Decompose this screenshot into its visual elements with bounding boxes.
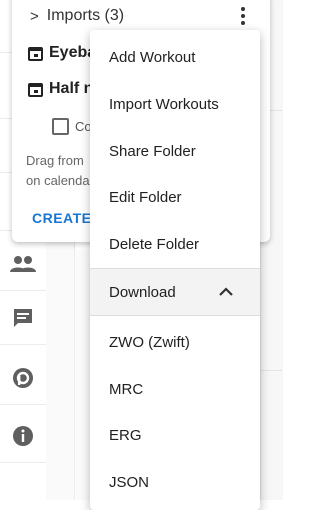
- info-icon: [13, 426, 33, 446]
- folder-menu-button[interactable]: [234, 4, 252, 28]
- option-checkbox-row[interactable]: Co: [52, 118, 92, 135]
- calendar-gutter: [74, 250, 91, 500]
- menu-item-label: Import Workouts: [109, 95, 219, 113]
- option-checkbox[interactable]: [52, 118, 69, 135]
- menu-item-download-mrc[interactable]: MRC: [90, 366, 260, 412]
- menu-item-download-json[interactable]: JSON: [90, 459, 260, 505]
- create-button[interactable]: CREATE: [32, 210, 92, 226]
- workout-item[interactable]: Eyeba: [28, 42, 96, 64]
- sidebar-item-people[interactable]: [0, 238, 46, 291]
- workout-name: Half n: [49, 80, 94, 97]
- menu-item-delete-folder[interactable]: Delete Folder: [90, 221, 260, 267]
- hint-line: Drag from: [26, 153, 84, 168]
- drag-hint: Drag from on calenda: [26, 151, 90, 191]
- menu-item-download-zwo[interactable]: ZWO (Zwift): [90, 319, 260, 365]
- calendar-icon: [28, 46, 43, 61]
- menu-item-label: MRC: [109, 380, 144, 398]
- menu-item-label: ZWO (Zwift): [109, 333, 190, 351]
- folder-dropdown-menu: Add Workout Import Workouts Share Folder…: [90, 30, 260, 510]
- menu-item-label: ERG: [109, 426, 142, 444]
- sidebar-item-chat[interactable]: [0, 292, 46, 345]
- calendar-divider: [260, 370, 282, 371]
- menu-item-label: Add Workout: [109, 48, 196, 66]
- menu-item-label: JSON: [109, 473, 150, 491]
- hint-line: on calenda: [26, 173, 90, 188]
- chevron-up-icon: [219, 287, 233, 296]
- discourse-icon: [13, 368, 33, 388]
- menu-item-share-folder[interactable]: Share Folder: [90, 128, 260, 174]
- sidebar-item-discourse[interactable]: [0, 352, 46, 405]
- people-icon: [10, 256, 36, 272]
- menu-divider: [90, 315, 260, 316]
- menu-item-download[interactable]: Download: [90, 269, 260, 315]
- sidebar-item-info[interactable]: [0, 410, 46, 463]
- workout-item[interactable]: Half n: [28, 78, 93, 100]
- calendar-icon: [28, 82, 43, 97]
- menu-item-edit-folder[interactable]: Edit Folder: [90, 174, 260, 220]
- chat-icon: [14, 309, 32, 327]
- folder-header[interactable]: > Imports (3): [30, 4, 124, 28]
- menu-item-label: Edit Folder: [109, 188, 182, 206]
- folder-title: Imports (3): [46, 7, 125, 24]
- chevron-right-icon: >: [30, 7, 39, 25]
- menu-item-download-erg[interactable]: ERG: [90, 412, 260, 458]
- menu-item-add-workout[interactable]: Add Workout: [90, 34, 260, 80]
- menu-item-import-workouts[interactable]: Import Workouts: [90, 81, 260, 127]
- menu-item-label: Download: [109, 283, 176, 301]
- menu-item-label: Delete Folder: [109, 235, 200, 253]
- menu-item-label: Share Folder: [109, 142, 196, 160]
